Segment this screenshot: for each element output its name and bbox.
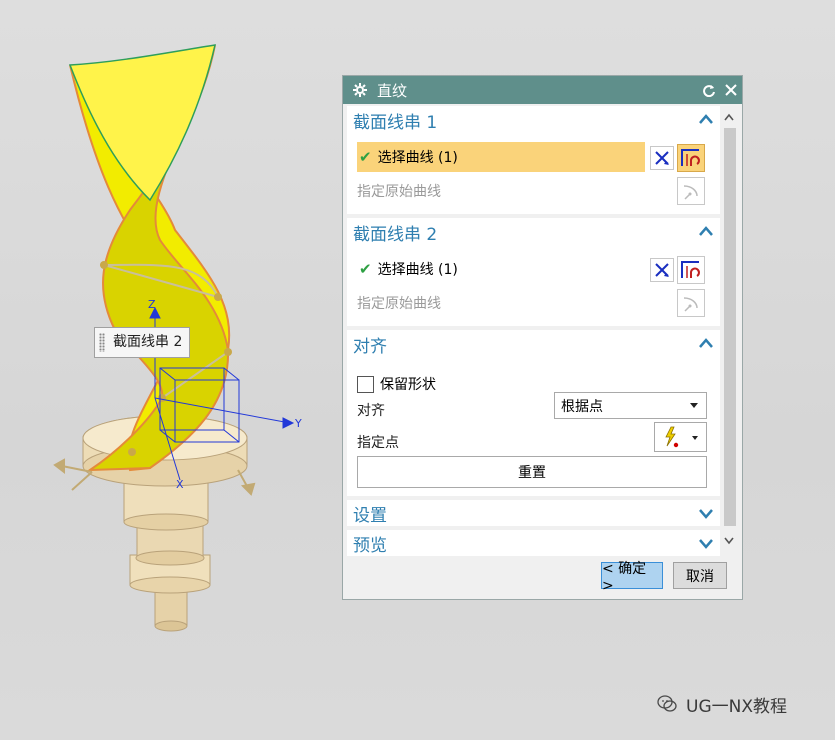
preserve-shape-checkbox[interactable]: 保留形状 [357,374,436,394]
cancel-button[interactable]: 取消 [673,562,727,589]
section-string-tag: 截面线串 2 [94,327,190,358]
dialog-titlebar[interactable]: 直纹 [343,76,742,104]
section-string-2-group: 截面线串 2 ✔ 选择曲线 (1) 指定原始曲线 [347,218,720,326]
scrollbar-thumb[interactable] [724,128,736,526]
preview-group: 预览 [347,530,720,556]
alignment-select[interactable]: 根据点 [554,392,707,419]
curve-selection-icon[interactable] [677,256,705,284]
z-axis-label: Z [148,298,156,311]
watermark-text: UG一NX教程 [686,696,787,717]
specify-origin-curve-label: 指定原始曲线 [357,296,441,312]
wechat-icon [657,695,677,712]
point-lightning-icon [665,426,679,448]
settings-group: 设置 [347,500,720,526]
section-string-1-group: 截面线串 1 ✔ 选择曲线 (1) 指定原始曲线 [347,106,720,214]
y-axis-label: Y [294,417,302,430]
curve-selection-icon[interactable] [677,144,705,172]
dropdown-arrow-icon [692,436,698,440]
ok-button[interactable]: < 确定 > [601,561,663,594]
group-title: 截面线串 2 [353,224,438,245]
gear-icon[interactable] [351,81,369,99]
scroll-down-icon[interactable] [720,532,738,550]
specify-point-label: 指定点 [357,435,399,451]
origin-curve-icon[interactable] [677,289,705,317]
group-title: 对齐 [353,336,387,357]
select-curve-row[interactable]: ✔ 选择曲线 (1) [357,142,645,172]
select-curve-row[interactable]: ✔ 选择曲线 (1) [357,254,645,284]
point-selector[interactable] [654,422,707,452]
dialog-title: 直纹 [377,81,408,100]
dialog-content: 截面线串 1 ✔ 选择曲线 (1) 指定原始曲线 截面线串 2 ✔ 选择曲线 (… [347,106,720,556]
alignment-header[interactable]: 对齐 [347,330,720,358]
check-icon: ✔ [359,148,372,166]
reset-button[interactable]: 重置 [357,456,707,488]
alignment-group: 对齐 保留形状 对齐 根据点 指定点 重置 [347,330,720,496]
scroll-up-icon[interactable] [720,108,738,126]
chevron-down-icon[interactable] [698,535,714,551]
ruled-dialog: 直纹 截面线串 1 ✔ 选择曲线 (1) 指定原始曲线 截面线串 2 ✔ 选择曲… [342,75,743,600]
specify-origin-curve-row[interactable]: 指定原始曲线 [357,176,441,206]
origin-curve-icon[interactable] [677,177,705,205]
dialog-scrollbar[interactable] [720,106,738,552]
preview-header[interactable]: 预览 [347,530,720,556]
section-string-2-header[interactable]: 截面线串 2 [347,218,720,246]
reverse-direction-icon[interactable] [650,258,674,282]
preserve-shape-label: 保留形状 [380,377,436,393]
checkbox-box[interactable] [357,375,374,393]
settings-header[interactable]: 设置 [347,500,720,526]
watermark: UG一NX教程 [656,690,787,718]
x-axis-label: X [176,478,184,491]
reset-dialog-icon[interactable] [698,79,720,101]
alignment-value: 根据点 [561,398,603,415]
select-curve-label: 选择曲线 (1) [377,262,458,278]
close-icon[interactable] [720,79,742,101]
section-string-1-header[interactable]: 截面线串 1 [347,106,720,134]
select-curve-label: 选择曲线 (1) [377,150,458,166]
group-title: 预览 [353,535,387,556]
chevron-up-icon[interactable] [698,112,714,128]
chevron-up-icon[interactable] [698,336,714,352]
tag-label-text: 截面线串 2 [113,334,183,350]
alignment-label: 对齐 [357,403,385,419]
check-icon: ✔ [359,260,372,278]
reverse-direction-icon[interactable] [650,146,674,170]
dropdown-arrow-icon [690,403,698,408]
chevron-up-icon[interactable] [698,224,714,240]
specify-origin-curve-row[interactable]: 指定原始曲线 [357,288,441,318]
chevron-down-icon[interactable] [698,505,714,521]
drag-grip-icon[interactable] [99,333,105,352]
ruled-surface [68,44,232,472]
group-title: 设置 [353,505,387,526]
specify-origin-curve-label: 指定原始曲线 [357,184,441,200]
group-title: 截面线串 1 [353,112,438,133]
